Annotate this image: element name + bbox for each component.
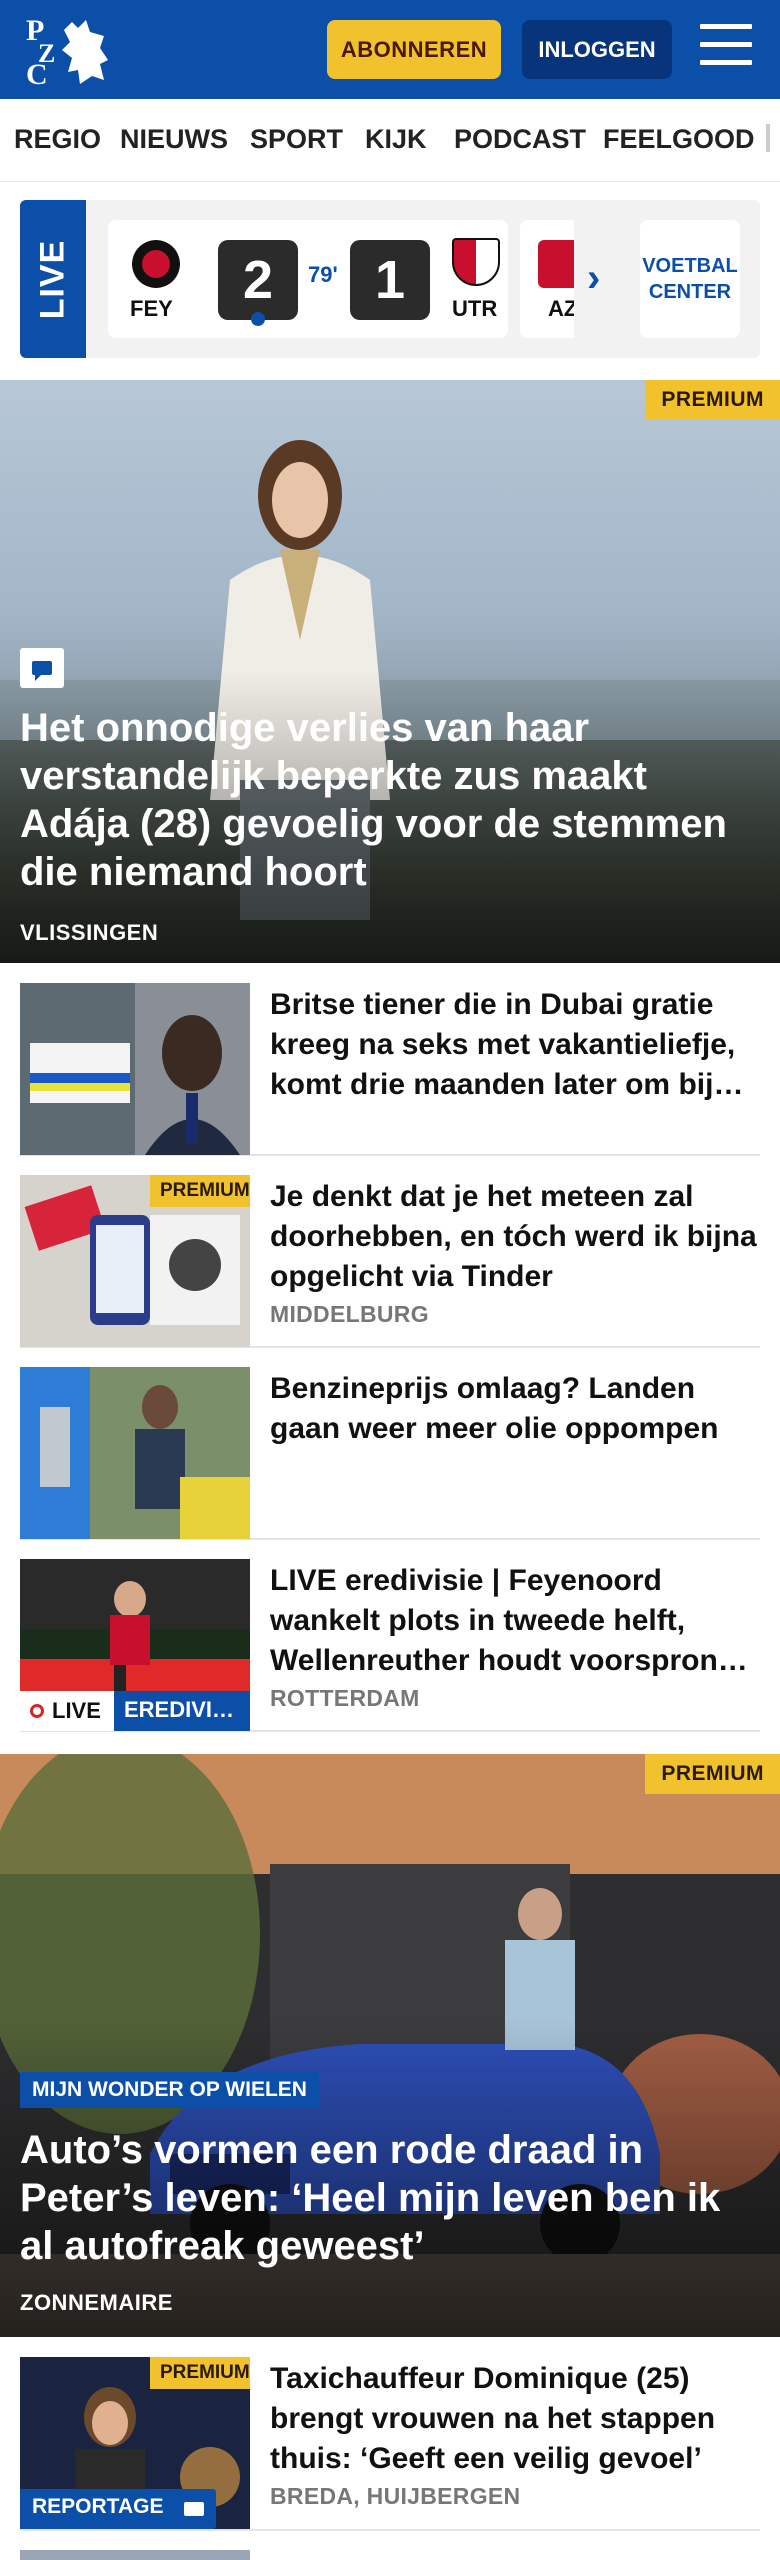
article-item[interactable]: Britse tiener die in Dubai gratie kreeg … bbox=[20, 983, 760, 1156]
nav-item-kijk[interactable]: KIJK bbox=[365, 124, 427, 155]
hero-article-1[interactable]: PREMIUM Het onnodige verlies van haar ve… bbox=[0, 380, 780, 963]
article-item[interactable]: PREMIUM REPORTAGE Taxichauffeur Dominiqu… bbox=[20, 2357, 760, 2531]
away-score: 1 bbox=[350, 240, 430, 320]
premium-badge: PREMIUM bbox=[645, 380, 780, 420]
live-scores-bar: LIVE FEY 2 79' 1 UTR AZ › VOETBAL CENTER bbox=[20, 200, 760, 358]
nav-item-regio[interactable]: REGIO bbox=[14, 124, 101, 155]
az-crest-icon bbox=[538, 240, 574, 288]
site-header: P Z C ABONNEREN INLOGGEN bbox=[0, 0, 780, 99]
premium-badge: PREMIUM bbox=[150, 1175, 250, 1207]
article-item[interactable]: LIVE EREDIVI… LIVE eredivisie | Feyenoor… bbox=[20, 1559, 760, 1732]
hero-title[interactable]: Auto’s vormen een rode draad in Peter’s … bbox=[20, 2126, 760, 2270]
comment-icon bbox=[172, 2489, 216, 2529]
article-location: MIDDELBURG bbox=[270, 1301, 429, 1327]
article-item[interactable]: Benzineprijs omlaag? Landen gaan weer me… bbox=[20, 1367, 760, 1540]
article-title[interactable]: Benzineprijs omlaag? Landen gaan weer me… bbox=[270, 1369, 760, 1449]
hero-article-2[interactable]: PREMIUM MIJN WONDER OP WIELEN Auto’s vor… bbox=[0, 1754, 780, 2337]
nav-item-podcast[interactable]: PODCAST bbox=[454, 124, 586, 155]
next-team: AZ bbox=[548, 296, 574, 321]
live-match-card[interactable]: FEY 2 79' 1 UTR bbox=[108, 220, 508, 338]
article-thumbnail bbox=[20, 1367, 250, 1539]
premium-badge: PREMIUM bbox=[150, 2357, 250, 2389]
article-item[interactable]: PREMIUM Je denkt dat je het meteen zal d… bbox=[20, 1175, 760, 1348]
article-thumbnail bbox=[20, 983, 250, 1155]
nav-item-sport[interactable]: SPORT bbox=[250, 124, 343, 155]
reportage-tag: REPORTAGE bbox=[20, 2489, 176, 2529]
next-match-card[interactable]: AZ bbox=[520, 220, 574, 338]
nav-overflow-indicator bbox=[766, 124, 770, 152]
hero-location: ZONNEMAIRE bbox=[20, 2290, 173, 2315]
article-title[interactable]: Taxichauffeur Dominique (25) brengt vrou… bbox=[270, 2359, 760, 2479]
hero-title[interactable]: Het onnodige verlies van haar verstandel… bbox=[20, 704, 760, 896]
home-team: FEY bbox=[130, 296, 173, 321]
subscribe-button[interactable]: ABONNEREN bbox=[327, 20, 501, 79]
nav-item-nieuws[interactable]: NIEUWS bbox=[120, 124, 228, 155]
utrecht-crest-icon bbox=[452, 238, 500, 286]
article-title[interactable]: Je denkt dat je het meteen zal doorhebbe… bbox=[270, 1177, 760, 1297]
hamburger-menu-icon[interactable] bbox=[700, 24, 752, 72]
article-location: ROTTERDAM bbox=[270, 1685, 420, 1711]
article-title[interactable]: LIVE eredivisie | Feyenoord wankelt plot… bbox=[270, 1561, 760, 1681]
series-kicker: MIJN WONDER OP WIELEN bbox=[20, 2072, 319, 2108]
feyenoord-crest-icon bbox=[132, 240, 180, 288]
voetbal-center-link[interactable]: VOETBAL CENTER bbox=[640, 220, 740, 338]
section-tag: EREDIVI… bbox=[114, 1691, 250, 1731]
hero-location: VLISSINGEN bbox=[20, 920, 159, 945]
article-title[interactable]: Britse tiener die in Dubai gratie kreeg … bbox=[270, 985, 760, 1105]
pzc-logo[interactable]: P Z C bbox=[20, 10, 116, 91]
section-nav: REGIO NIEUWS SPORT KIJK PODCAST FEELGOOD bbox=[0, 100, 780, 182]
home-score: 2 bbox=[218, 240, 298, 320]
live-badge: LIVE bbox=[20, 1691, 114, 1731]
premium-badge: PREMIUM bbox=[645, 1754, 780, 1794]
login-button[interactable]: INLOGGEN bbox=[522, 20, 672, 79]
away-team: UTR bbox=[452, 296, 498, 321]
match-minute: 79' bbox=[308, 262, 338, 287]
chevron-right-icon[interactable]: › bbox=[587, 256, 600, 301]
next-article-thumbnail bbox=[20, 2550, 250, 2560]
possession-dot bbox=[251, 312, 265, 326]
svg-text:C: C bbox=[26, 58, 48, 90]
live-dot-icon bbox=[30, 1704, 44, 1718]
nav-item-feelgood[interactable]: FEELGOOD bbox=[603, 124, 755, 155]
comment-icon bbox=[20, 648, 64, 688]
article-location: BREDA, HUIJBERGEN bbox=[270, 2483, 521, 2509]
live-label: LIVE bbox=[20, 200, 86, 358]
